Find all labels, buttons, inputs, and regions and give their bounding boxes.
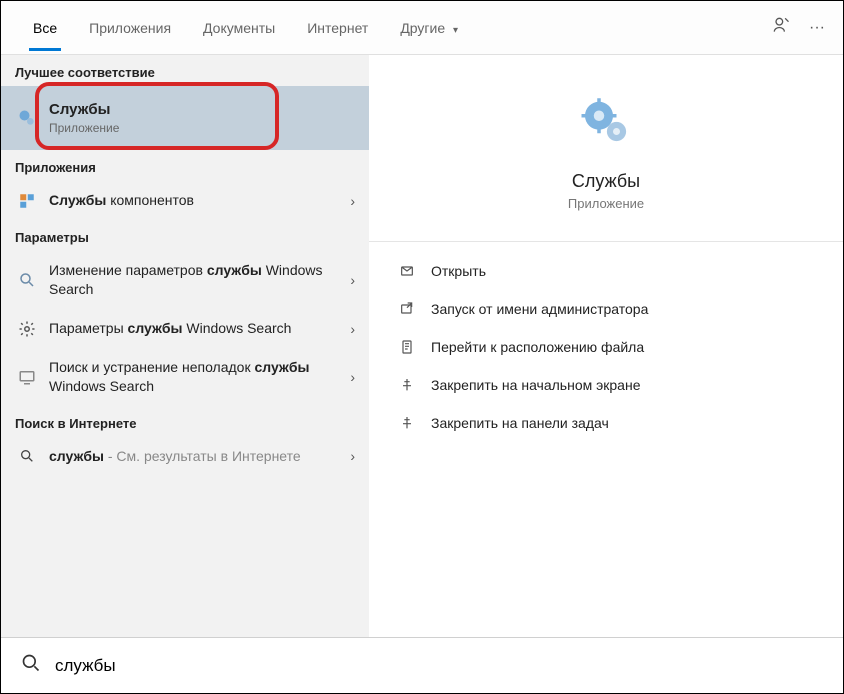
preview-subtitle: Приложение (568, 196, 644, 211)
results-panel: Лучшее соответствие Службы Приложение Пр… (1, 55, 369, 637)
action-label: Закрепить на панели задач (431, 415, 609, 431)
services-icon (17, 108, 37, 128)
search-icon (21, 653, 41, 678)
result-text: Параметры службы Windows Search (49, 319, 350, 338)
preview-title: Службы (572, 171, 640, 192)
result-component-services[interactable]: Службы компонентов › (1, 181, 369, 220)
more-icon[interactable]: ··· (809, 19, 825, 37)
result-best-match[interactable]: Службы Приложение (1, 86, 369, 150)
folder-icon (397, 337, 417, 357)
admin-icon (397, 299, 417, 319)
chevron-right-icon[interactable]: › (350, 369, 355, 385)
result-text: Изменение параметров службы Windows Sear… (49, 261, 350, 299)
gear-icon (17, 319, 37, 339)
tab-documents[interactable]: Документы (189, 6, 289, 50)
chevron-right-icon[interactable]: › (350, 448, 355, 464)
search-input[interactable] (55, 656, 823, 676)
chevron-down-icon: ▾ (453, 25, 458, 36)
action-run-admin[interactable]: Запуск от имени администратора (369, 290, 843, 328)
chevron-right-icon[interactable]: › (350, 321, 355, 337)
section-apps: Приложения (1, 150, 369, 181)
chevron-right-icon[interactable]: › (350, 193, 355, 209)
tab-other-label: Другие (400, 20, 445, 36)
result-text: Службы компонентов (49, 191, 350, 210)
search-settings-icon (17, 270, 37, 290)
action-label: Открыть (431, 263, 486, 279)
tab-apps[interactable]: Приложения (75, 6, 185, 50)
section-web: Поиск в Интернете (1, 406, 369, 437)
topbar-right: ··· (771, 15, 825, 40)
top-tabs-bar: Все Приложения Документы Интернет Другие… (1, 1, 843, 55)
action-file-location[interactable]: Перейти к расположению файла (369, 328, 843, 366)
pin-taskbar-icon (397, 413, 417, 433)
troubleshoot-icon (17, 367, 37, 387)
action-open[interactable]: Открыть (369, 252, 843, 290)
main-area: Лучшее соответствие Службы Приложение Пр… (1, 55, 843, 637)
action-pin-taskbar[interactable]: Закрепить на панели задач (369, 404, 843, 442)
bold-part: Службы (49, 192, 106, 208)
preview-app-icon (576, 91, 636, 151)
result-text: Поиск и устранение неполадок службы Wind… (49, 358, 350, 396)
preview-header: Службы Приложение (369, 55, 843, 211)
action-pin-start[interactable]: Закрепить на начальном экране (369, 366, 843, 404)
tab-other[interactable]: Другие ▾ (386, 6, 472, 50)
chevron-right-icon[interactable]: › (350, 272, 355, 288)
result-search-service-params[interactable]: Параметры службы Windows Search › (1, 309, 369, 348)
result-troubleshoot-search[interactable]: Поиск и устранение неполадок службы Wind… (1, 348, 369, 406)
pin-start-icon (397, 375, 417, 395)
search-icon (17, 446, 37, 466)
tabs-container: Все Приложения Документы Интернет Другие… (19, 6, 771, 50)
preview-panel: Службы Приложение Открыть Запуск от имен… (369, 55, 843, 637)
tab-all[interactable]: Все (19, 6, 71, 50)
best-title: Службы (49, 100, 355, 120)
result-text: службы - См. результаты в Интернете (49, 447, 350, 466)
search-bar[interactable] (1, 637, 843, 693)
section-best-match: Лучшее соответствие (1, 55, 369, 86)
tab-internet[interactable]: Интернет (293, 6, 382, 50)
open-icon (397, 261, 417, 281)
actions-list: Открыть Запуск от имени администратора П… (369, 241, 843, 452)
action-label: Запуск от имени администратора (431, 301, 648, 317)
feedback-icon[interactable] (771, 15, 791, 40)
result-text: Службы Приложение (49, 100, 355, 136)
action-label: Перейти к расположению файла (431, 339, 644, 355)
component-services-icon (17, 191, 37, 211)
rest-part: компонентов (106, 192, 194, 208)
result-change-search-service[interactable]: Изменение параметров службы Windows Sear… (1, 251, 369, 309)
best-subtitle: Приложение (49, 120, 355, 136)
section-settings: Параметры (1, 220, 369, 251)
action-label: Закрепить на начальном экране (431, 377, 641, 393)
result-web-search[interactable]: службы - См. результаты в Интернете › (1, 437, 369, 476)
